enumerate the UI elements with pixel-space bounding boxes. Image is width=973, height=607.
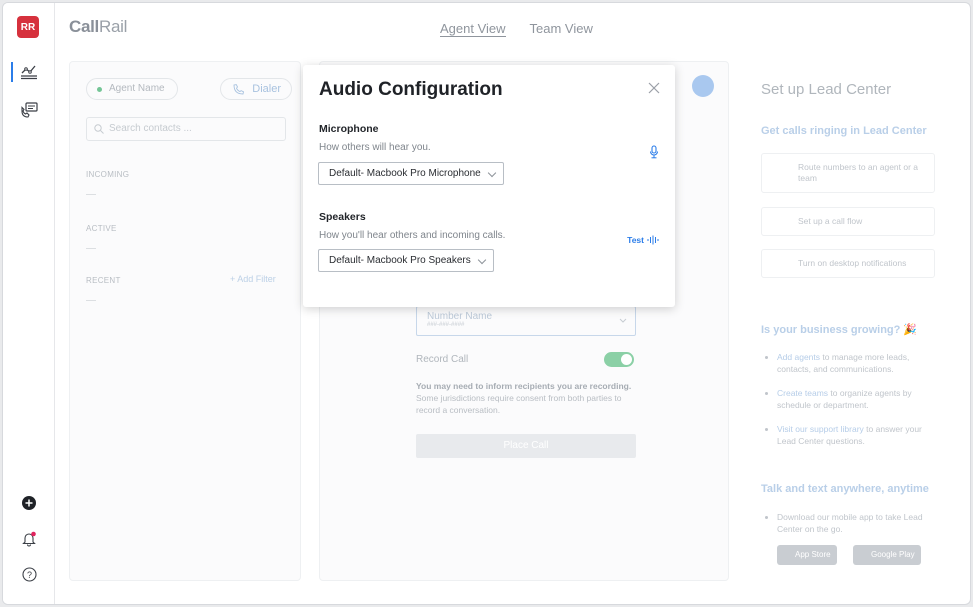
close-icon[interactable] (647, 81, 661, 95)
bullet-mobile-app: Download our mobile app to take Lead Cen… (763, 511, 933, 535)
dialog-title: Audio Configuration (319, 79, 503, 100)
soundwave-icon (647, 235, 659, 245)
app-window: RR ? CallRail Agent View Team View Agent… (2, 2, 971, 605)
svg-text:?: ? (26, 570, 31, 580)
chevron-down-icon (477, 255, 486, 265)
record-call-label: Record Call (416, 354, 469, 365)
help-button[interactable]: ? (3, 567, 55, 582)
tab-agent-view[interactable]: Agent View (440, 21, 506, 37)
tab-team-view[interactable]: Team View (530, 21, 593, 37)
bullet-create-teams: Create teams to organize agents by sched… (763, 387, 933, 411)
number-select[interactable]: Number Name ###-###-#### (416, 306, 636, 336)
growing-heading: Is your business growing? 🎉 (761, 324, 918, 336)
microphone-icon[interactable] (649, 145, 659, 159)
left-rail: RR ? (3, 3, 55, 604)
contacts-panel: Agent Name Dialer Search contacts ... IN… (69, 61, 301, 581)
expand-button[interactable] (692, 75, 714, 97)
bullet-add-agents: Add agents to manage more leads, contact… (763, 351, 933, 375)
phone-chat-icon (21, 102, 38, 118)
divider (86, 194, 96, 195)
search-icon (94, 124, 104, 134)
record-note: You may need to inform recipients you ar… (416, 381, 632, 415)
agent-status-pill[interactable]: Agent Name (86, 78, 178, 100)
rail-item-analytics[interactable] (3, 59, 55, 85)
test-speakers-button[interactable]: Test (627, 235, 659, 245)
desktop-notifications-card[interactable]: Turn on desktop notifications (761, 249, 935, 278)
avatar[interactable]: RR (17, 16, 39, 38)
microphone-label: Microphone (319, 123, 379, 135)
record-call-toggle[interactable] (604, 352, 634, 367)
bell-icon (22, 531, 36, 547)
google-play-button[interactable]: Google Play (853, 545, 921, 565)
recent-heading: RECENT (86, 276, 121, 285)
speakers-select[interactable]: Default- Macbook Pro Speakers (318, 249, 494, 272)
bullet-support-library: Visit our support library to answer your… (763, 423, 933, 447)
search-input[interactable]: Search contacts ... (86, 117, 286, 141)
active-heading: ACTIVE (86, 224, 117, 233)
add-button[interactable] (3, 496, 55, 510)
lead-center-title: Set up Lead Center (761, 81, 892, 98)
lead-center-panel: Set up Lead Center Get calls ringing in … (745, 61, 953, 581)
phone-icon (233, 84, 244, 95)
app-store-button[interactable]: App Store (777, 545, 837, 565)
notifications-button[interactable] (3, 531, 55, 547)
plus-circle-icon (22, 496, 36, 510)
rail-item-lead-center[interactable] (3, 97, 55, 123)
chevron-down-icon (487, 168, 496, 178)
view-tabs: Agent View Team View (440, 21, 593, 37)
route-numbers-card[interactable]: Route numbers to an agent or a team (761, 153, 935, 193)
call-flow-card[interactable]: Set up a call flow (761, 207, 935, 236)
audio-configuration-dialog: Audio Configuration Microphone How other… (303, 65, 675, 307)
divider (86, 300, 96, 301)
anywhere-heading: Talk and text anywhere, anytime (761, 483, 929, 495)
speakers-label: Speakers (319, 211, 366, 223)
dialer-button[interactable]: Dialer (220, 78, 292, 100)
divider (86, 248, 96, 249)
callrail-logo: CallRail (69, 17, 128, 36)
place-call-button[interactable]: Place Call (416, 434, 636, 458)
add-filter-button[interactable]: + Add Filter (230, 274, 276, 284)
top-bar: CallRail Agent View Team View (55, 3, 970, 53)
calls-heading: Get calls ringing in Lead Center (761, 125, 927, 137)
microphone-select[interactable]: Default- Macbook Pro Microphone (318, 162, 504, 185)
speakers-help: How you'll hear others and incoming call… (319, 230, 506, 241)
incoming-heading: INCOMING (86, 170, 130, 179)
help-icon: ? (21, 567, 37, 582)
analytics-icon (21, 65, 37, 80)
microphone-help: How others will hear you. (319, 142, 431, 153)
chevron-down-icon (619, 318, 627, 323)
